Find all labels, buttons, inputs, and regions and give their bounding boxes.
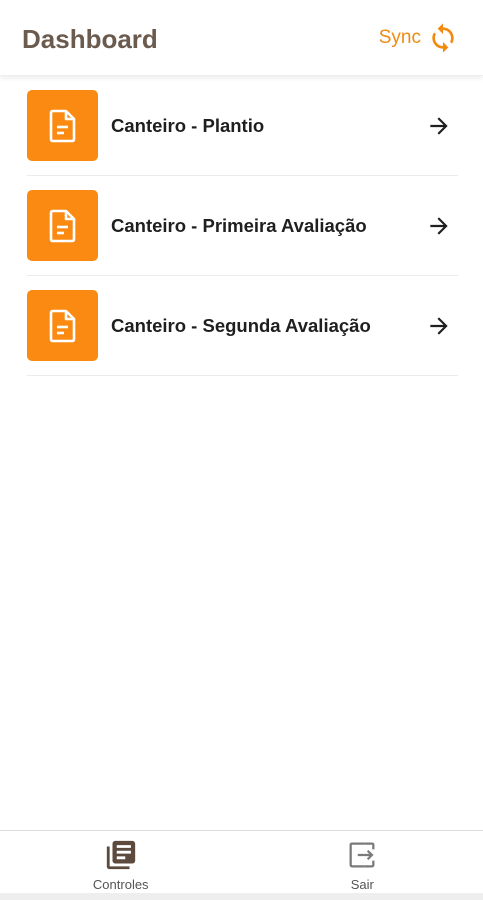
app-header: Dashboard Sync — [0, 0, 483, 76]
page-title: Dashboard — [22, 24, 158, 54]
bottom-navigation: Controles Sair — [0, 830, 483, 900]
sync-icon — [432, 23, 454, 53]
item-label: Canteiro - Plantio — [111, 114, 265, 136]
item-icon-container — [27, 290, 98, 361]
list-item-canteiro-segunda-avaliacao[interactable]: Canteiro - Segunda Avaliação — [27, 276, 458, 376]
nav-item-sair[interactable]: Sair — [242, 831, 483, 900]
item-icon-container — [27, 190, 98, 261]
nav-label-sair: Sair — [350, 877, 374, 892]
item-label: Canteiro - Primeira Avaliação — [111, 214, 367, 236]
arrow-right-icon — [430, 216, 448, 235]
document-icon — [49, 209, 75, 242]
nav-label-controles: Controles — [92, 877, 149, 892]
exit-icon — [349, 842, 375, 868]
list-item-canteiro-plantio[interactable]: Canteiro - Plantio — [27, 76, 458, 176]
library-icon — [106, 840, 135, 870]
system-bar-strip — [0, 893, 483, 900]
arrow-right-icon — [430, 116, 448, 135]
document-icon — [49, 109, 75, 142]
sync-button[interactable]: Sync — [379, 18, 459, 58]
item-icon-container — [27, 90, 98, 161]
nav-item-controles[interactable]: Controles — [0, 831, 242, 900]
sync-label: Sync — [378, 27, 421, 48]
list-item-canteiro-primeira-avaliacao[interactable]: Canteiro - Primeira Avaliação — [27, 176, 458, 276]
document-icon — [49, 309, 75, 342]
arrow-right-icon — [430, 316, 448, 335]
item-label: Canteiro - Segunda Avaliação — [111, 314, 371, 336]
form-list: Canteiro - Plantio Canteiro - Primeira A… — [27, 76, 458, 376]
